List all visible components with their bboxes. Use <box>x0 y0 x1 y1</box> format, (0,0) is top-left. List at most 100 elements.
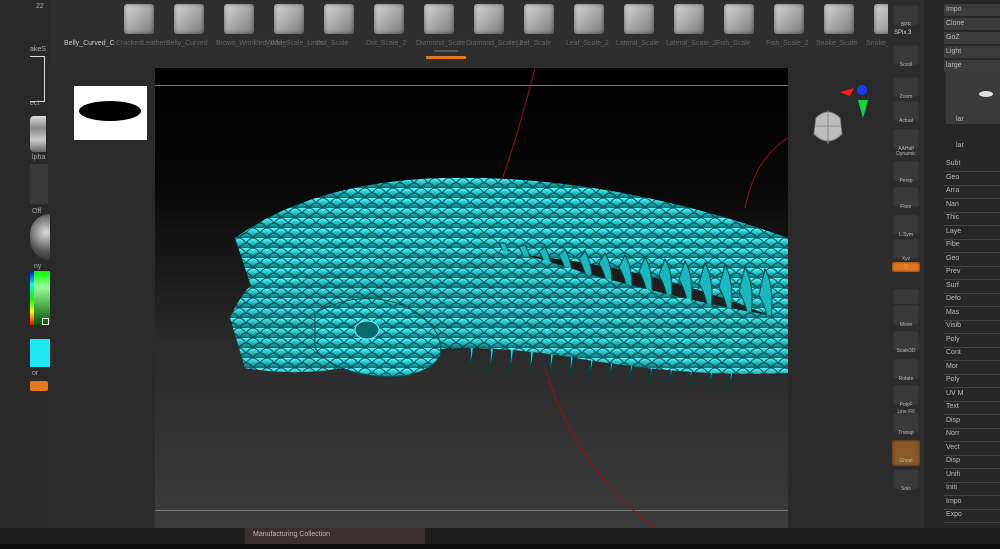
subpalette-item[interactable]: Impo <box>946 498 962 505</box>
picker-marker[interactable] <box>42 318 49 325</box>
shelf-button-label: Scale3D <box>896 348 916 354</box>
subpalette-divider <box>944 387 1000 388</box>
shelf-scrollbar[interactable] <box>426 56 466 59</box>
subpalette-item[interactable]: Visib <box>946 322 961 329</box>
subpalette-item[interactable]: Fibe <box>946 241 960 248</box>
color-label: or <box>32 370 39 377</box>
brush-thumbnail[interactable] <box>574 4 604 34</box>
subpalette-divider <box>944 522 1000 523</box>
subpalette-divider <box>944 495 1000 496</box>
brush-thumbnail[interactable] <box>374 4 404 34</box>
subpalette-item[interactable]: Prev <box>946 268 960 275</box>
subpalette-divider <box>944 225 1000 226</box>
subpalette-item[interactable]: Cont <box>946 349 961 356</box>
z-axis-knob[interactable] <box>857 85 867 95</box>
subpalette-item[interactable]: Thic <box>946 214 959 221</box>
subpalette-item[interactable]: Laye <box>946 228 961 235</box>
brush-thumbnail[interactable] <box>674 4 704 34</box>
palette-button[interactable]: large <box>944 60 1000 72</box>
subpalette-item[interactable]: Geo <box>946 255 959 262</box>
subpalette-divider <box>944 198 1000 199</box>
subpalette-divider <box>944 468 1000 469</box>
subpalette-item[interactable]: Initi <box>946 484 957 491</box>
texture-off-label: Off <box>32 208 42 215</box>
tool-palette: Impo Clone GoZ Light large lar lar Subt Geo Ar… <box>924 0 1000 530</box>
brush-label: Fish_Scale_2 <box>766 40 809 47</box>
shelf-button-label: Scroll <box>899 62 913 68</box>
current-tool-thumbnail[interactable] <box>30 56 45 102</box>
subpalette-item[interactable]: Poly <box>946 336 960 343</box>
dynamic-label: Dynamic <box>896 151 916 157</box>
brush-thumbnail[interactable] <box>424 4 454 34</box>
subpalette-item[interactable]: Arra <box>946 187 959 194</box>
brush-thumbnail[interactable] <box>524 4 554 34</box>
subpalette-divider <box>944 441 1000 442</box>
main-color-swatch[interactable] <box>30 339 50 367</box>
brush-thumbnail[interactable] <box>474 4 504 34</box>
subpalette-item[interactable]: Expo <box>946 511 962 518</box>
subpalette-divider <box>944 360 1000 361</box>
active-brush-label: Belly_Curved_C <box>64 40 115 47</box>
collection-tab[interactable]: Manufacturing Collection <box>245 528 425 544</box>
subpalette-item[interactable]: UV M <box>946 390 964 397</box>
alpha-thumbnail[interactable] <box>30 116 46 152</box>
subpalette-divider <box>944 292 1000 294</box>
tray-top-label: 22 <box>36 3 44 10</box>
subpalette-divider <box>944 238 1000 240</box>
brush-label: Leaf_Scale <box>516 40 552 47</box>
subpalette-divider <box>944 414 1000 415</box>
brush-label: Diamond_Scale_2 <box>466 40 524 47</box>
palette-button[interactable]: Light <box>944 46 1000 58</box>
axis-line-3 <box>744 137 788 209</box>
brush-thumbnail[interactable] <box>274 4 304 34</box>
subpalette-divider <box>944 279 1000 280</box>
subpalette-item[interactable]: Subt <box>946 160 960 167</box>
subpalette-item[interactable]: Poly <box>946 376 960 383</box>
brush-thumbnail[interactable] <box>624 4 654 34</box>
y-axis-arrow[interactable] <box>858 100 868 118</box>
texture-slot[interactable] <box>30 164 48 204</box>
brush-thumbnail[interactable] <box>824 4 854 34</box>
subpalette-item[interactable]: Geo <box>946 174 959 181</box>
brush-thumbnail[interactable] <box>124 4 154 34</box>
palette-button[interactable]: Impo <box>944 4 1000 16</box>
brush-thumbnail[interactable] <box>324 4 354 34</box>
subpalette-item[interactable]: Surf <box>946 282 959 289</box>
document-viewport[interactable] <box>155 68 788 528</box>
subpalette-item[interactable]: Unifi <box>946 471 960 478</box>
subpalette-item[interactable]: Mas <box>946 309 959 316</box>
brush-label: Diamond_Scale <box>416 40 466 47</box>
subpalette-divider <box>944 427 1000 429</box>
material-sphere[interactable] <box>30 214 50 260</box>
subpalette-item[interactable]: Vect <box>946 444 960 451</box>
brush-thumbnail[interactable] <box>174 4 204 34</box>
brush-label: CrackedLeather <box>116 40 166 47</box>
brush-thumbnail[interactable] <box>774 4 804 34</box>
subpalette-item[interactable]: Disp <box>946 457 960 464</box>
os-taskbar <box>0 544 1000 549</box>
navigator-thumbnail[interactable] <box>74 86 147 140</box>
orientation-head-icon[interactable] <box>808 104 848 148</box>
subpalette-item[interactable]: Text <box>946 403 959 410</box>
subpalette-divider <box>944 481 1000 483</box>
subpalette-item[interactable]: Defo <box>946 295 961 302</box>
select-label: ect <box>30 100 40 107</box>
tool-thumbnail[interactable] <box>946 72 1000 124</box>
thumb-label-2: lar <box>956 142 964 149</box>
x-axis-arrow[interactable] <box>840 88 854 96</box>
brush-thumbnail[interactable] <box>224 4 254 34</box>
shelf-button-label: Ghost <box>899 458 913 464</box>
axis-line-2 <box>544 367 656 528</box>
snake-model <box>230 68 788 528</box>
hue-strip[interactable] <box>30 271 34 325</box>
brush-label: Leaf_Scale_2 <box>566 40 609 47</box>
palette-button[interactable]: GoZ <box>944 32 1000 44</box>
palette-button[interactable]: Clone <box>944 18 1000 30</box>
subpalette-item[interactable]: Mor <box>946 363 958 370</box>
brush-thumbnail[interactable] <box>724 4 754 34</box>
subpalette-item[interactable]: Nan <box>946 201 959 208</box>
subpalette-item[interactable]: Norr <box>946 430 960 437</box>
subpalette-item[interactable]: Disp <box>946 417 960 424</box>
color-mode-toggle[interactable] <box>30 381 48 391</box>
left-tray: 22 akeS ect lpha Off ny or <box>0 0 50 530</box>
